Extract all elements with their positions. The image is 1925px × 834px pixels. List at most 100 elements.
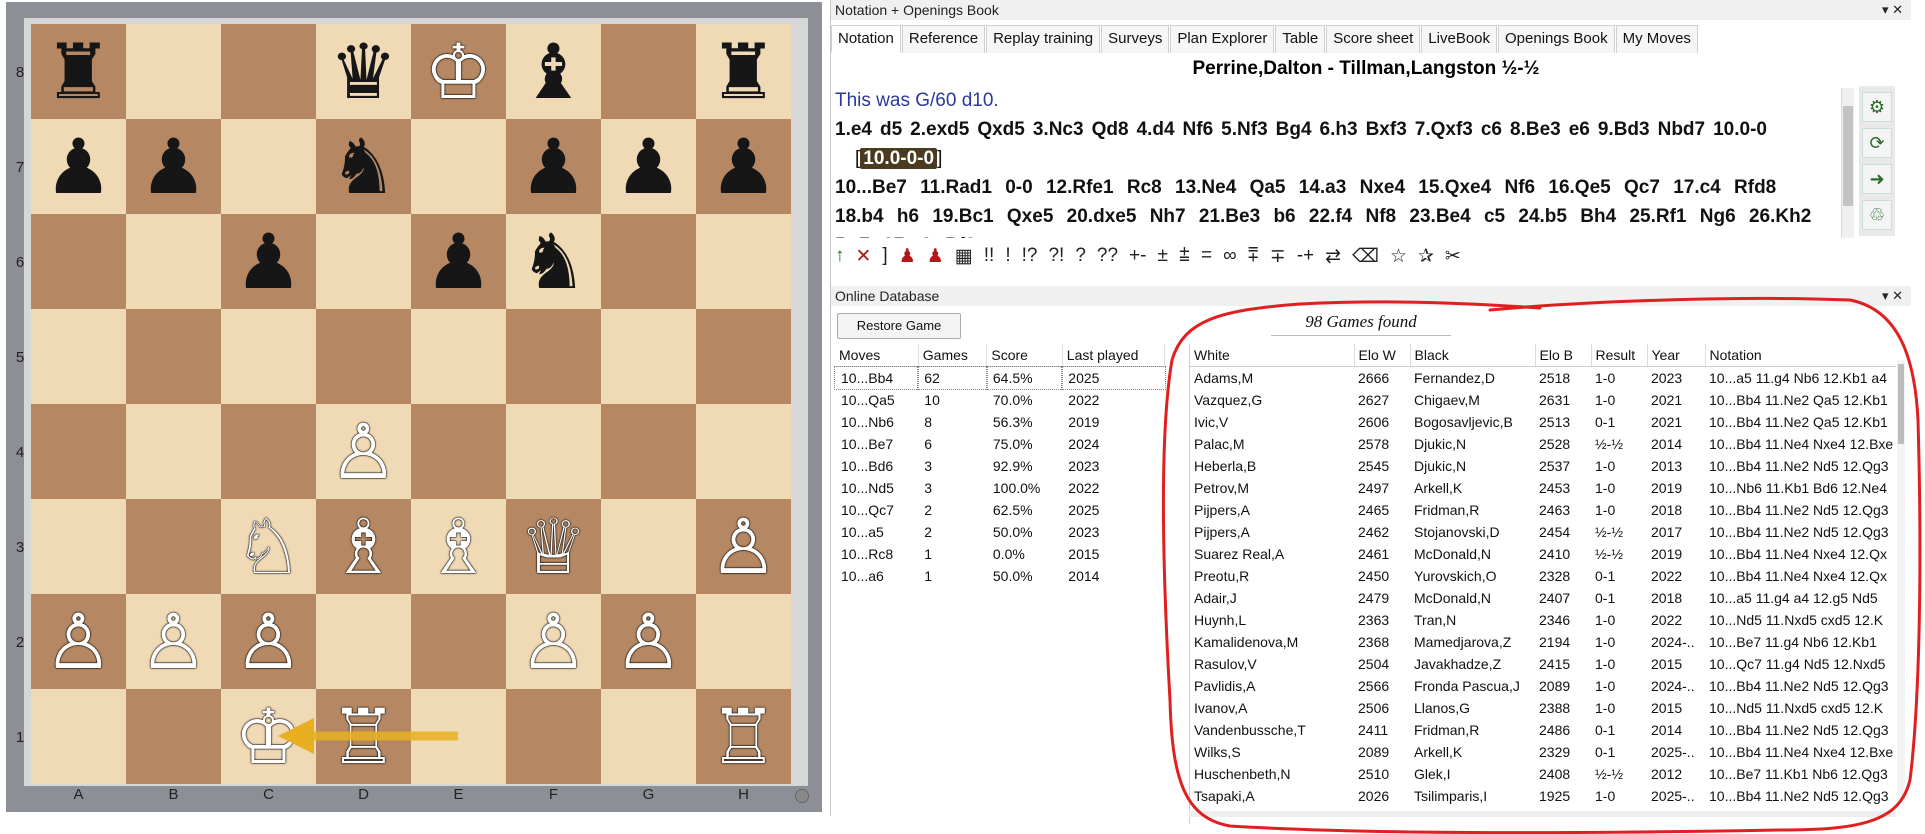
game-row[interactable]: Pavlidis,A 2566 Fronda Pascua,J 2089 1-0 2024…: [1190, 675, 1896, 697]
move[interactable]: Nf6: [1183, 119, 1214, 140]
move[interactable]: 1.e4: [835, 119, 872, 140]
current-move[interactable]: 10.0-0-0: [860, 148, 938, 169]
panel-controls[interactable]: ▾ ✕: [1882, 0, 1903, 20]
move[interactable]: 9.Bd3: [1598, 119, 1650, 140]
move[interactable]: 4.d4: [1137, 119, 1175, 140]
square-h2[interactable]: [696, 594, 791, 689]
move[interactable]: Bh4: [1580, 206, 1616, 227]
square-h3[interactable]: ♙: [696, 499, 791, 594]
square-f4[interactable]: [506, 404, 601, 499]
square-g4[interactable]: [601, 404, 696, 499]
game-row[interactable]: Pijpers,A 2462 Stojanovski,D 2454 ½-½ 2017 10.…: [1190, 521, 1896, 543]
square-e4[interactable]: [411, 404, 506, 499]
square-d4[interactable]: ♙: [316, 404, 411, 499]
game-row[interactable]: Ivic,V 2606 Bogosavljevic,B 2513 0-1 2021 10..…: [1190, 411, 1896, 433]
game-row[interactable]: Adams,M 2666 Fernandez,D 2518 1-0 2023 10...a5…: [1190, 367, 1896, 390]
square-c5[interactable]: [221, 309, 316, 404]
red-piece-icon[interactable]: ♟: [927, 245, 944, 268]
white-knight-icon[interactable]: ♘: [234, 508, 302, 585]
square-e8[interactable]: ♔: [411, 24, 506, 119]
move[interactable]: 26.Kh2: [1749, 206, 1811, 227]
game-row[interactable]: Preotu,R 2450 Yurovskich,O 2328 0-1 2022 10...…: [1190, 565, 1896, 587]
annotation-symbol-button[interactable]: ⩱: [1248, 245, 1259, 268]
game-row[interactable]: Rasulov,V 2504 Javakhadze,Z 2415 1-0 2015 10..…: [1190, 653, 1896, 675]
games-scroll-thumb[interactable]: [1898, 364, 1904, 444]
move[interactable]: 17.c4: [1673, 177, 1721, 198]
white-bishop-icon[interactable]: ♗: [329, 508, 397, 585]
square-g8[interactable]: [601, 24, 696, 119]
games-column-header[interactable]: Year: [1647, 344, 1706, 367]
square-a5[interactable]: [31, 309, 126, 404]
square-e2[interactable]: [411, 594, 506, 689]
square-g5[interactable]: [601, 309, 696, 404]
training-icon[interactable]: ▦: [955, 245, 973, 268]
annotation-symbol-button[interactable]: ⩲: [1179, 245, 1190, 268]
move[interactable]: Rfd8: [1734, 177, 1776, 198]
games-column-header[interactable]: Elo W: [1354, 344, 1411, 367]
square-h6[interactable]: [696, 214, 791, 309]
game-row[interactable]: Wilks,S 2089 Arkell,K 2329 0-1 2025-.. 10...Bb…: [1190, 741, 1896, 763]
move[interactable]: 5.Nf3: [1221, 119, 1267, 140]
square-f1[interactable]: [506, 689, 601, 784]
move[interactable]: Qd8: [1092, 119, 1129, 140]
move[interactable]: h6: [897, 206, 919, 227]
square-a3[interactable]: [31, 499, 126, 594]
square-b6[interactable]: [126, 214, 221, 309]
annotation-symbol-button[interactable]: ∞: [1223, 245, 1237, 268]
square-a8[interactable]: ♜: [31, 24, 126, 119]
games-column-header[interactable]: Notation: [1705, 344, 1896, 367]
move[interactable]: 23.Be4: [1409, 206, 1470, 227]
move[interactable]: 25.Rf1: [1629, 206, 1686, 227]
square-f5[interactable]: [506, 309, 601, 404]
tab-surveys[interactable]: Surveys: [1101, 25, 1170, 53]
game-row[interactable]: Vandenbussche,T 2411 Fridman,R 2486 0-1 2014 1…: [1190, 719, 1896, 741]
game-row[interactable]: Petrov,M 2497 Arkell,K 2453 1-0 2019 10...Nb6 …: [1190, 477, 1896, 499]
square-d8[interactable]: ♛: [316, 24, 411, 119]
move[interactable]: d5: [880, 119, 902, 140]
move[interactable]: 7.Qxf3: [1415, 119, 1473, 140]
move[interactable]: 2.exd5: [910, 119, 969, 140]
moves-column-header[interactable]: Games: [918, 344, 988, 367]
white-pawn-icon[interactable]: ♙: [234, 603, 302, 680]
moves-column-header[interactable]: Score: [986, 344, 1063, 367]
tab-my-moves[interactable]: My Moves: [1615, 25, 1698, 53]
square-d5[interactable]: [316, 309, 411, 404]
black-knight-icon[interactable]: ♞: [329, 128, 397, 205]
move[interactable]: Bf8: [945, 235, 976, 238]
move[interactable]: Qxe5: [1007, 206, 1053, 227]
moves-row[interactable]: 10...Nb6 8 56.3% 2019: [835, 411, 1165, 433]
square-h5[interactable]: [696, 309, 791, 404]
black-pawn-icon[interactable]: ♟: [139, 128, 207, 205]
square-a7[interactable]: ♟: [31, 119, 126, 214]
move[interactable]: 3.Nc3: [1033, 119, 1084, 140]
black-pawn-icon[interactable]: ♟: [614, 128, 682, 205]
move[interactable]: 21.Be3: [1199, 206, 1260, 227]
game-row[interactable]: Kamalidenova,M 2368 Mamedjarova,Z 2194 1-0 20…: [1190, 631, 1896, 653]
black-pawn-icon[interactable]: ♟: [709, 128, 777, 205]
star-add-icon[interactable]: ✰: [1418, 245, 1434, 268]
move[interactable]: c5: [1484, 206, 1505, 227]
move[interactable]: Nbd7: [1658, 119, 1706, 140]
move[interactable]: 27.g3: [883, 235, 932, 238]
square-e5[interactable]: [411, 309, 506, 404]
square-c1[interactable]: ♔: [221, 689, 316, 784]
move[interactable]: Bxf3: [1366, 119, 1407, 140]
games-vertical-scrollbar[interactable]: [1897, 360, 1905, 800]
square-c4[interactable]: [221, 404, 316, 499]
move[interactable]: 24.b5: [1518, 206, 1567, 227]
games-horizontal-scrollbar[interactable]: [1189, 811, 1895, 817]
square-e1[interactable]: [411, 689, 506, 784]
move[interactable]: 11.Rad1: [920, 177, 992, 198]
square-a6[interactable]: [31, 214, 126, 309]
move[interactable]: 12.Rfe1: [1046, 177, 1114, 198]
annotation-symbol-button[interactable]: ?!: [1048, 245, 1064, 268]
eraser-icon[interactable]: ⌫: [1352, 245, 1379, 268]
tab-notation[interactable]: Notation: [831, 25, 901, 53]
move[interactable]: 15.Qxe4: [1418, 177, 1491, 198]
white-rook-icon[interactable]: ♖: [709, 698, 777, 775]
restore-game-button[interactable]: Restore Game: [837, 313, 961, 339]
moves-row[interactable]: 10...Bd6 3 92.9% 2023: [835, 455, 1165, 477]
white-king-icon[interactable]: ♔: [424, 33, 492, 110]
square-c3[interactable]: ♘: [221, 499, 316, 594]
move[interactable]: Be7: [835, 235, 870, 238]
